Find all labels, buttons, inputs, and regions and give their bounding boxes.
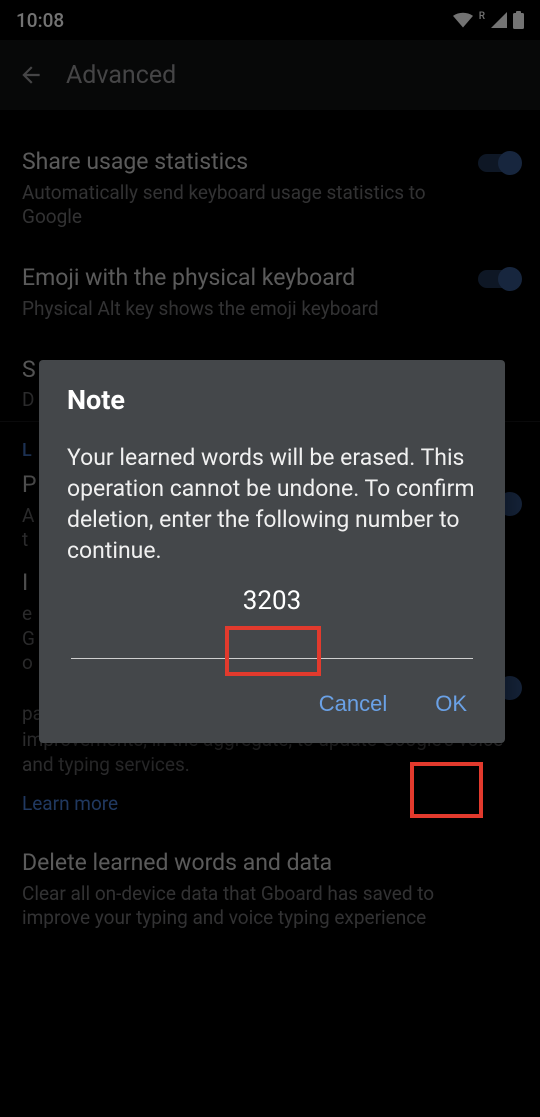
- dialog-title: Note: [67, 384, 477, 416]
- annotation-highlight-ok: [410, 762, 483, 818]
- dialog-actions: Cancel OK: [67, 687, 477, 727]
- cancel-button[interactable]: Cancel: [315, 687, 391, 721]
- dialog-body: Your learned words will be erased. This …: [67, 442, 477, 566]
- dialog-number-wrap: 3203: [67, 584, 477, 618]
- confirm-delete-dialog: Note Your learned words will be erased. …: [39, 360, 505, 743]
- confirmation-number: 3203: [233, 584, 311, 618]
- ok-button[interactable]: OK: [431, 687, 471, 721]
- annotation-highlight-number: [225, 626, 321, 676]
